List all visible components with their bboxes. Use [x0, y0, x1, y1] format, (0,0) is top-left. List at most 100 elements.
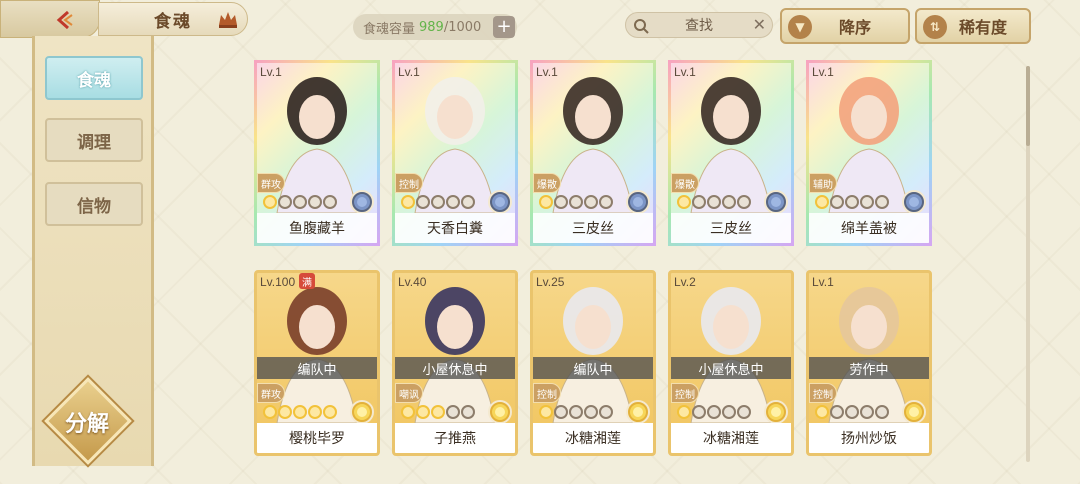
card-name: 绵羊盖被: [809, 213, 929, 243]
card-role-tag: 控制: [395, 173, 423, 193]
foodsoul-card[interactable]: Lv.1 爆散三皮丝: [530, 60, 656, 246]
sort-swap-icon: ⇅: [923, 15, 947, 39]
star-icon: [599, 195, 613, 209]
foodsoul-card[interactable]: Lv.1 控制天香白糞: [392, 60, 518, 246]
card-role-tag: 控制: [809, 383, 837, 403]
card-name: 冰糖湘莲: [671, 423, 791, 453]
card-name: 子推燕: [395, 423, 515, 453]
card-role-tag: 控制: [671, 383, 699, 403]
card-status: 小屋休息中: [671, 357, 791, 379]
card-stars: [539, 195, 613, 209]
star-icon: [860, 405, 874, 419]
element-flower-icon: [350, 400, 374, 424]
back-button[interactable]: [0, 0, 100, 38]
star-icon: [692, 195, 706, 209]
star-icon: [677, 405, 691, 419]
element-flower-icon: [350, 190, 374, 214]
star-icon: [737, 195, 751, 209]
card-level: Lv.25: [536, 275, 565, 289]
card-status: 劳作中: [809, 357, 929, 379]
star-icon: [569, 405, 583, 419]
star-icon: [830, 405, 844, 419]
card-level: Lv.1: [398, 65, 420, 79]
card-stars: [677, 195, 751, 209]
card-name: 天香白糞: [395, 213, 515, 243]
capacity-current: 989: [419, 19, 444, 35]
card-stars: [539, 405, 613, 419]
card-stars: [401, 405, 475, 419]
card-stars: [815, 405, 889, 419]
card-level: Lv.1: [536, 65, 558, 79]
search-label: 查找: [685, 18, 713, 34]
search-clear-button[interactable]: ✕: [753, 15, 766, 34]
card-level: Lv.1: [674, 65, 696, 79]
card-level: Lv.2: [674, 275, 696, 289]
star-icon: [815, 405, 829, 419]
card-stars: [677, 405, 751, 419]
element-flower-icon: [902, 400, 926, 424]
star-icon: [722, 405, 736, 419]
card-stars: [401, 195, 475, 209]
card-role-tag: 爆散: [671, 173, 699, 193]
foodsoul-card[interactable]: Lv.1 群攻 鱼腹藏羊: [254, 60, 380, 246]
foodsoul-card[interactable]: Lv.40 小屋休息中 嘲讽 子推燕: [392, 270, 518, 456]
foodsoul-card[interactable]: Lv.1 辅助 绵羊盖被: [806, 60, 932, 246]
card-name: 三皮丝: [671, 213, 791, 243]
element-flower-icon: [488, 190, 512, 214]
star-icon: [308, 195, 322, 209]
star-icon: [323, 405, 337, 419]
card-status: 编队中: [533, 357, 653, 379]
element-flower-icon: [764, 400, 788, 424]
decompose-button[interactable]: 分解: [44, 377, 132, 468]
star-icon: [737, 405, 751, 419]
card-role-tag: 群攻: [257, 383, 285, 403]
capacity-add-button[interactable]: +: [493, 16, 515, 38]
card-level: Lv.40: [398, 275, 427, 289]
card-name: 冰糖湘莲: [533, 423, 653, 453]
star-icon: [263, 405, 277, 419]
sidebar-item-cooking[interactable]: 调理: [45, 118, 143, 162]
sidebar-item-token[interactable]: 信物: [45, 182, 143, 226]
page-title-tab: 食魂: [98, 2, 248, 36]
foodsoul-card[interactable]: Lv.1 劳作中 控制 扬州炒饭: [806, 270, 932, 456]
star-icon: [446, 195, 460, 209]
foodsoul-card[interactable]: Lv.2 小屋休息中控制冰糖湘莲: [668, 270, 794, 456]
card-name: 三皮丝: [533, 213, 653, 243]
foodsoul-card[interactable]: Lv.1 爆散三皮丝: [668, 60, 794, 246]
star-icon: [707, 195, 721, 209]
element-flower-icon: [626, 190, 650, 214]
star-icon: [308, 405, 322, 419]
foodsoul-card[interactable]: Lv.25 编队中 控制 冰糖湘莲: [530, 270, 656, 456]
star-icon: [416, 405, 430, 419]
star-icon: [446, 405, 460, 419]
star-icon: [323, 195, 337, 209]
search-input[interactable]: 查找 ✕: [625, 12, 773, 38]
star-icon: [554, 195, 568, 209]
star-icon: [416, 195, 430, 209]
card-level: Lv.1: [812, 65, 834, 79]
star-icon: [875, 405, 889, 419]
sort-order-button[interactable]: ▼ 降序: [780, 8, 910, 44]
star-icon: [677, 195, 691, 209]
star-icon: [431, 195, 445, 209]
crown-icon[interactable]: [217, 9, 239, 29]
card-stars: [263, 195, 337, 209]
scrollbar-thumb[interactable]: [1026, 66, 1030, 146]
card-level: Lv.1: [260, 65, 282, 79]
sort-key-button[interactable]: ⇅ 稀有度: [915, 8, 1031, 44]
scrollbar[interactable]: [1026, 66, 1030, 462]
star-icon: [293, 405, 307, 419]
sort-down-icon: ▼: [788, 15, 812, 39]
star-icon: [461, 405, 475, 419]
star-icon: [431, 405, 445, 419]
element-flower-icon: [488, 400, 512, 424]
sidebar-item-foodsoul[interactable]: 食魂: [45, 56, 143, 100]
card-role-tag: 爆散: [533, 173, 561, 193]
star-icon: [278, 195, 292, 209]
card-status: 编队中: [257, 357, 377, 379]
star-icon: [599, 405, 613, 419]
element-flower-icon: [626, 400, 650, 424]
foodsoul-card[interactable]: Lv.100 满编队中 群攻 樱桃毕罗: [254, 270, 380, 456]
star-icon: [692, 405, 706, 419]
page-title: 食魂: [154, 11, 192, 32]
